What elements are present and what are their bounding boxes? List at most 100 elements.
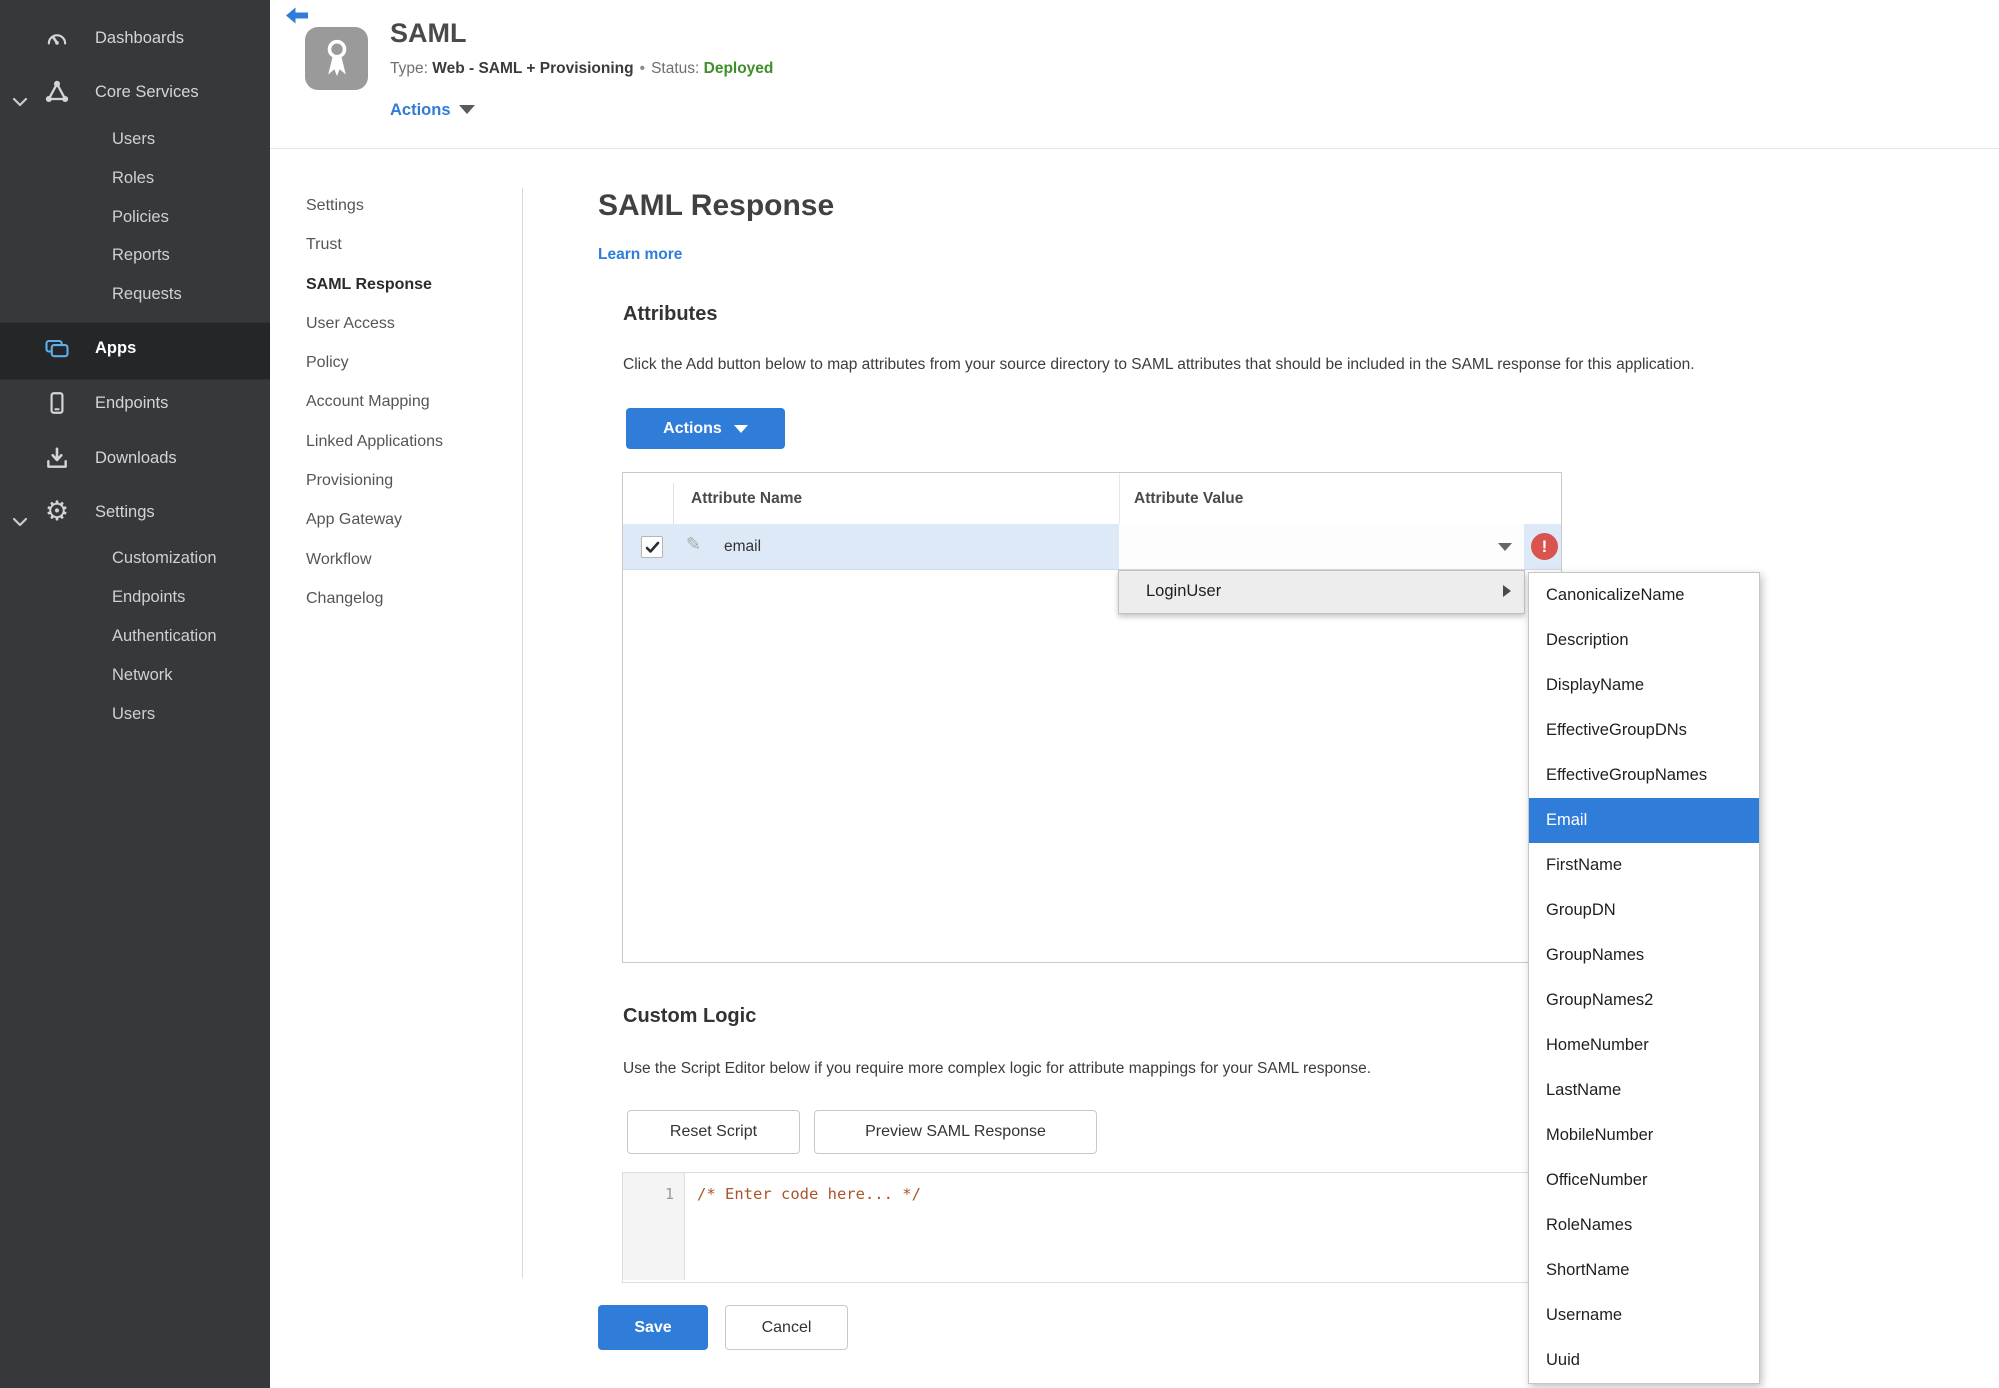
- dropdown-item-label: LoginUser: [1146, 582, 1222, 600]
- submenu-item-displayname[interactable]: DisplayName: [1529, 663, 1759, 708]
- attributes-description: Click the Add button below to map attrib…: [623, 356, 1695, 373]
- submenu-item-description[interactable]: Description: [1529, 618, 1759, 663]
- chevron-down-icon: [458, 105, 475, 114]
- gauge-icon: [42, 23, 72, 53]
- sidebar-item-label: Authentication: [112, 627, 217, 645]
- reset-script-button[interactable]: Reset Script: [627, 1110, 800, 1154]
- sidebar-item-apps[interactable]: Apps: [0, 330, 270, 366]
- tab-provisioning[interactable]: Provisioning: [270, 461, 520, 500]
- sidebar-item-policies[interactable]: Policies: [0, 199, 270, 235]
- save-button[interactable]: Save: [598, 1305, 708, 1350]
- edit-pencil-icon[interactable]: ✎: [686, 534, 701, 555]
- custom-logic-heading: Custom Logic: [623, 1005, 757, 1027]
- attribute-submenu: CanonicalizeName Description DisplayName…: [1528, 572, 1760, 1384]
- error-icon: !: [1531, 533, 1558, 560]
- submenu-item-homenumber[interactable]: HomeNumber: [1529, 1023, 1759, 1068]
- sidebar-item-users-settings[interactable]: Users: [0, 696, 270, 732]
- submenu-item-firstname[interactable]: FirstName: [1529, 843, 1759, 888]
- sidebar-item-label: Policies: [112, 208, 169, 226]
- dropdown-menu-loginuser[interactable]: LoginUser: [1118, 570, 1525, 614]
- tab-policy[interactable]: Policy: [270, 343, 520, 382]
- submenu-item-shortname[interactable]: ShortName: [1529, 1248, 1759, 1293]
- core-services-icon: [42, 77, 72, 107]
- sidebar-item-label: Core Services: [95, 83, 199, 101]
- app-meta: Type: Web - SAML + Provisioning • Status: …: [390, 60, 773, 78]
- sidebar-item-label: Requests: [112, 285, 182, 303]
- custom-logic-description: Use the Script Editor below if you requi…: [623, 1060, 1372, 1077]
- table-header: Attribute Name Attribute Value: [623, 473, 1561, 525]
- back-arrow-icon[interactable]: [285, 7, 309, 26]
- sidebar-item-network[interactable]: Network: [0, 657, 270, 693]
- apps-icon: [42, 333, 72, 363]
- app-subnav: Settings Trust SAML Response User Access…: [270, 186, 520, 618]
- submenu-item-effectivegroupdns[interactable]: EffectiveGroupDNs: [1529, 708, 1759, 753]
- sidebar-item-label: Apps: [95, 339, 137, 357]
- code-text: /* Enter code here... */: [697, 1185, 921, 1203]
- sidebar-item-requests[interactable]: Requests: [0, 276, 270, 312]
- sidebar-item-dashboards[interactable]: Dashboards: [0, 20, 270, 56]
- submenu-item-mobilenumber[interactable]: MobileNumber: [1529, 1113, 1759, 1158]
- cancel-button[interactable]: Cancel: [725, 1305, 848, 1350]
- tab-linked-applications[interactable]: Linked Applications: [270, 422, 520, 461]
- sidebar-item-endpoints-settings[interactable]: Endpoints: [0, 579, 270, 615]
- tab-app-gateway[interactable]: App Gateway: [270, 500, 520, 539]
- sidebar-item-authentication[interactable]: Authentication: [0, 618, 270, 654]
- sidebar-item-label: Endpoints: [95, 394, 169, 412]
- sidebar-item-reports[interactable]: Reports: [0, 237, 270, 273]
- saml-app-icon: [305, 27, 368, 90]
- submenu-item-lastname[interactable]: LastName: [1529, 1068, 1759, 1113]
- submenu-item-canonicalizename[interactable]: CanonicalizeName: [1529, 573, 1759, 618]
- line-number: 1: [664, 1185, 674, 1203]
- sidebar-item-label: Users: [112, 130, 156, 148]
- header-actions-label: Actions: [390, 101, 451, 119]
- column-header-attribute-value: Attribute Value: [1134, 490, 1244, 507]
- submenu-item-email[interactable]: Email: [1529, 798, 1759, 843]
- subnav-divider: [522, 188, 523, 1278]
- submenu-item-uuid[interactable]: Uuid: [1529, 1338, 1759, 1383]
- sidebar-item-label: Endpoints: [112, 588, 186, 606]
- submenu-item-officenumber[interactable]: OfficeNumber: [1529, 1158, 1759, 1203]
- table-row[interactable]: ✎ email !: [623, 524, 1561, 570]
- tab-saml-response[interactable]: SAML Response: [270, 265, 520, 304]
- submenu-item-username[interactable]: Username: [1529, 1293, 1759, 1338]
- column-header-attribute-name: Attribute Name: [691, 490, 803, 507]
- attribute-value-dropdown[interactable]: [1119, 524, 1524, 569]
- attribute-name-cell: email: [724, 538, 762, 555]
- sidebar: Dashboards Core Services Users Roles Pol…: [0, 0, 270, 1388]
- submenu-item-groupnames[interactable]: GroupNames: [1529, 933, 1759, 978]
- tab-trust[interactable]: Trust: [270, 225, 520, 264]
- attributes-actions-button[interactable]: Actions: [626, 408, 785, 449]
- submenu-item-rolenames[interactable]: RoleNames: [1529, 1203, 1759, 1248]
- attributes-table: Attribute Name Attribute Value ✎ email !: [622, 472, 1562, 963]
- chevron-down-icon: [1498, 543, 1512, 551]
- chevron-down-icon[interactable]: [12, 86, 28, 122]
- header-actions-menu[interactable]: Actions: [390, 101, 475, 120]
- sidebar-item-core-services[interactable]: Core Services: [0, 74, 270, 110]
- tab-workflow[interactable]: Workflow: [270, 540, 520, 579]
- sidebar-item-settings[interactable]: ⚙ Settings: [0, 494, 270, 530]
- tab-account-mapping[interactable]: Account Mapping: [270, 382, 520, 421]
- sidebar-item-roles[interactable]: Roles: [0, 160, 270, 196]
- chevron-down-icon[interactable]: [12, 506, 28, 542]
- sidebar-item-label: Settings: [95, 503, 155, 521]
- column-divider: [1119, 473, 1120, 524]
- sidebar-item-users[interactable]: Users: [0, 121, 270, 157]
- sidebar-item-downloads[interactable]: Downloads: [0, 440, 270, 476]
- submenu-item-groupnames2[interactable]: GroupNames2: [1529, 978, 1759, 1023]
- sidebar-item-label: Users: [112, 705, 156, 723]
- tab-user-access[interactable]: User Access: [270, 304, 520, 343]
- tab-changelog[interactable]: Changelog: [270, 579, 520, 618]
- row-checkbox[interactable]: [641, 536, 663, 558]
- editor-gutter: 1: [623, 1173, 685, 1280]
- sidebar-item-label: Network: [112, 666, 173, 684]
- sidebar-item-endpoints[interactable]: Endpoints: [0, 385, 270, 421]
- status-badge: Deployed: [703, 60, 774, 77]
- script-editor[interactable]: 1 /* Enter code here... */: [622, 1172, 1562, 1283]
- sidebar-item-customization[interactable]: Customization: [0, 540, 270, 576]
- submenu-item-groupdn[interactable]: GroupDN: [1529, 888, 1759, 933]
- tab-settings[interactable]: Settings: [270, 186, 520, 225]
- preview-saml-response-button[interactable]: Preview SAML Response: [814, 1110, 1097, 1154]
- gear-icon: ⚙: [44, 496, 70, 527]
- learn-more-link[interactable]: Learn more: [598, 246, 682, 264]
- submenu-item-effectivegroupnames[interactable]: EffectiveGroupNames: [1529, 753, 1759, 798]
